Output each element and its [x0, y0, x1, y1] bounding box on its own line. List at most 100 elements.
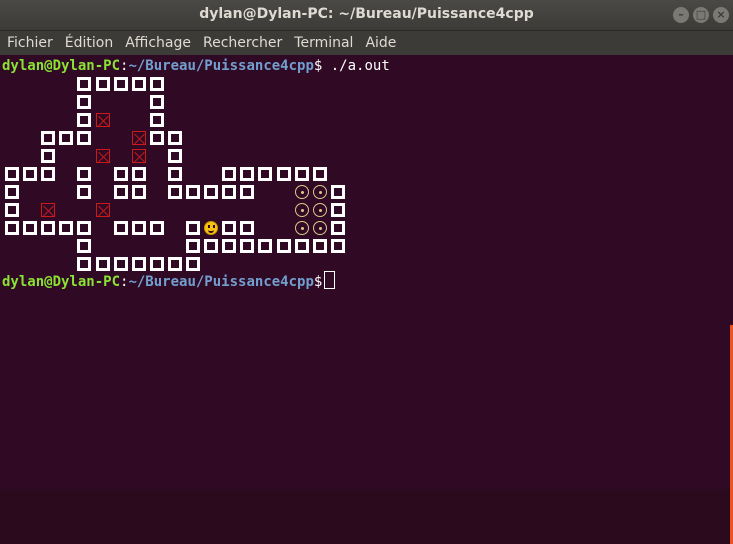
wall-cell — [222, 167, 236, 181]
wall-cell — [41, 131, 55, 145]
wall-cell — [23, 221, 37, 235]
wall-cell — [77, 95, 91, 109]
wall-cell — [150, 221, 164, 235]
trap-cell — [41, 203, 55, 217]
wall-cell — [77, 239, 91, 253]
wall-cell — [150, 113, 164, 127]
menu-affichage[interactable]: Affichage — [120, 35, 196, 51]
wall-cell — [331, 221, 345, 235]
wall-cell — [132, 257, 146, 271]
coin-cell — [313, 221, 327, 235]
wall-cell — [331, 239, 345, 253]
title-bar[interactable]: dylan@Dylan-PC: ~/Bureau/Puissance4cpp –… — [0, 0, 733, 31]
wall-cell — [77, 131, 91, 145]
wall-cell — [150, 95, 164, 109]
wall-cell — [313, 239, 327, 253]
wall-cell — [132, 77, 146, 91]
wall-cell — [295, 239, 309, 253]
prompt-path: ~/Bureau/Puissance4cpp — [128, 58, 314, 74]
wall-cell — [295, 167, 309, 181]
trap-cell — [132, 149, 146, 163]
maximize-button[interactable]: □ — [693, 7, 709, 23]
wall-cell — [186, 221, 200, 235]
command-line: dylan@Dylan-PC:~/Bureau/Puissance4cpp$ .… — [2, 56, 390, 76]
window-title: dylan@Dylan-PC: ~/Bureau/Puissance4cpp — [199, 6, 534, 22]
wall-cell — [132, 185, 146, 199]
terminal-window: dylan@Dylan-PC: ~/Bureau/Puissance4cpp –… — [0, 0, 733, 544]
minimize-button[interactable]: – — [673, 7, 689, 23]
wall-cell — [186, 257, 200, 271]
wall-cell — [168, 257, 182, 271]
wall-cell — [132, 167, 146, 181]
wall-cell — [5, 221, 19, 235]
coin-cell — [313, 203, 327, 217]
wall-cell — [168, 167, 182, 181]
menu-edition[interactable]: Édition — [60, 35, 118, 51]
wall-cell — [258, 239, 272, 253]
wall-cell — [41, 221, 55, 235]
wall-cell — [313, 167, 327, 181]
wall-cell — [240, 239, 254, 253]
wall-cell — [240, 221, 254, 235]
menu-bar: Fichier Édition Affichage Rechercher Ter… — [0, 31, 733, 55]
menu-aide[interactable]: Aide — [360, 35, 401, 51]
prompt-line: dylan@Dylan-PC:~/Bureau/Puissance4cpp$ — [2, 271, 336, 291]
coin-cell — [313, 185, 327, 199]
wall-cell — [150, 131, 164, 145]
trap-cell — [132, 131, 146, 145]
menu-rechercher[interactable]: Rechercher — [198, 35, 287, 51]
text-cursor — [324, 271, 336, 289]
wall-cell — [114, 257, 128, 271]
wall-cell — [331, 203, 345, 217]
coin-cell — [295, 221, 309, 235]
wall-cell — [77, 221, 91, 235]
wall-cell — [222, 239, 236, 253]
wall-cell — [5, 203, 19, 217]
wall-cell — [277, 167, 291, 181]
wall-cell — [204, 185, 218, 199]
wall-cell — [114, 185, 128, 199]
wall-cell — [77, 257, 91, 271]
close-button[interactable]: × — [713, 7, 729, 23]
wall-cell — [59, 131, 73, 145]
wall-cell — [114, 167, 128, 181]
command-text: ./a.out — [322, 58, 390, 74]
wall-cell — [132, 221, 146, 235]
player-cell — [204, 221, 218, 235]
wall-cell — [222, 185, 236, 199]
wall-cell — [222, 221, 236, 235]
terminal-area[interactable]: dylan@Dylan-PC:~/Bureau/Puissance4cpp$ .… — [0, 55, 733, 544]
prompt-user-host-2: dylan@Dylan-PC — [2, 274, 121, 290]
trap-cell — [96, 203, 110, 217]
wall-cell — [277, 239, 291, 253]
wall-cell — [150, 77, 164, 91]
wall-cell — [77, 185, 91, 199]
coin-cell — [295, 203, 309, 217]
wall-cell — [240, 167, 254, 181]
wall-cell — [41, 149, 55, 163]
wall-cell — [23, 167, 37, 181]
wall-cell — [96, 77, 110, 91]
prompt-user-host: dylan@Dylan-PC — [2, 58, 121, 74]
wall-cell — [168, 185, 182, 199]
wall-cell — [59, 221, 73, 235]
wall-cell — [240, 185, 254, 199]
wall-cell — [258, 167, 272, 181]
wall-cell — [77, 113, 91, 127]
wall-cell — [204, 239, 218, 253]
menu-terminal[interactable]: Terminal — [289, 35, 358, 51]
wall-cell — [114, 77, 128, 91]
wall-cell — [168, 149, 182, 163]
prompt-path-2: ~/Bureau/Puissance4cpp — [128, 274, 314, 290]
trap-cell — [96, 149, 110, 163]
wall-cell — [150, 257, 164, 271]
menu-fichier[interactable]: Fichier — [2, 35, 58, 51]
wall-cell — [186, 239, 200, 253]
prompt-symbol-2: $ — [313, 274, 323, 290]
wall-cell — [96, 257, 110, 271]
wall-cell — [77, 77, 91, 91]
trap-cell — [96, 113, 110, 127]
wall-cell — [5, 185, 19, 199]
wall-cell — [114, 221, 128, 235]
coin-cell — [295, 185, 309, 199]
